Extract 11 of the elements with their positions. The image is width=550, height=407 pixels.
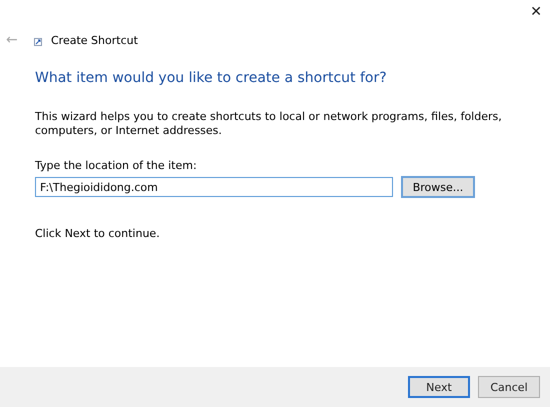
field-label: Type the location of the item:: [35, 159, 198, 172]
browse-button[interactable]: Browse...: [401, 176, 475, 198]
page-heading: What item would you like to create a shortcut for?: [35, 70, 388, 86]
hint-text: Click Next to continue.: [35, 227, 161, 240]
shortcut-icon: [34, 38, 42, 46]
close-button[interactable]: ✕: [530, 4, 542, 22]
next-button[interactable]: Next: [408, 376, 470, 398]
window-title: Create Shortcut: [51, 34, 138, 46]
description-text: This wizard helps you to create shortcuts to local or network programs, files, folders, computers, or Internet addresses.: [35, 110, 503, 138]
cancel-button[interactable]: Cancel: [478, 376, 540, 398]
location-input[interactable]: F:\Thegioididong.com: [35, 177, 393, 197]
